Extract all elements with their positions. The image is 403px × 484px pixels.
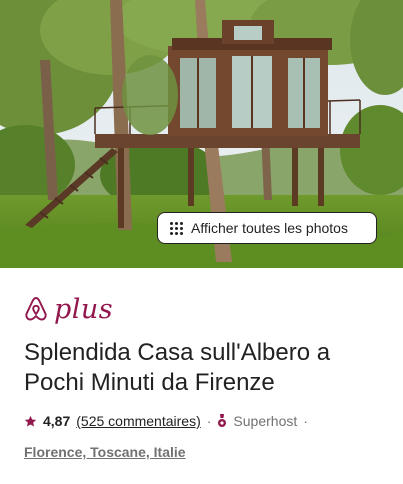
listing-title: Splendida Casa sull'Albero a Pochi Minut… bbox=[24, 339, 331, 396]
show-all-photos-button[interactable]: Afficher toutes les photos bbox=[157, 212, 377, 244]
grid-dots-icon bbox=[170, 221, 183, 235]
plus-wordmark: plus bbox=[54, 293, 114, 325]
separator-dot: · bbox=[303, 413, 308, 429]
star-icon bbox=[24, 415, 37, 427]
show-all-photos-label: Afficher toutes les photos bbox=[191, 220, 348, 236]
separator-dot: · bbox=[206, 413, 212, 429]
reviews-link[interactable]: (525 commentaires) bbox=[76, 413, 201, 429]
listing-meta-row: 4,87 (525 commentaires) · Superhost · bbox=[24, 412, 384, 430]
airbnb-plus-logo: plus bbox=[24, 292, 384, 326]
airbnb-belo-icon bbox=[25, 297, 47, 321]
hero-photo[interactable]: Afficher toutes les photos bbox=[0, 0, 403, 268]
listing-details: plus Splendida Casa sull'Albero a Pochi … bbox=[24, 292, 384, 462]
superhost-label: Superhost bbox=[233, 413, 298, 429]
listing-card: Afficher toutes les photos plus Splendid… bbox=[0, 0, 403, 484]
location-link[interactable]: Florence, Toscane, Italie bbox=[24, 444, 186, 460]
rating-value: 4,87 bbox=[43, 413, 71, 429]
superhost-medal-icon bbox=[218, 414, 227, 427]
